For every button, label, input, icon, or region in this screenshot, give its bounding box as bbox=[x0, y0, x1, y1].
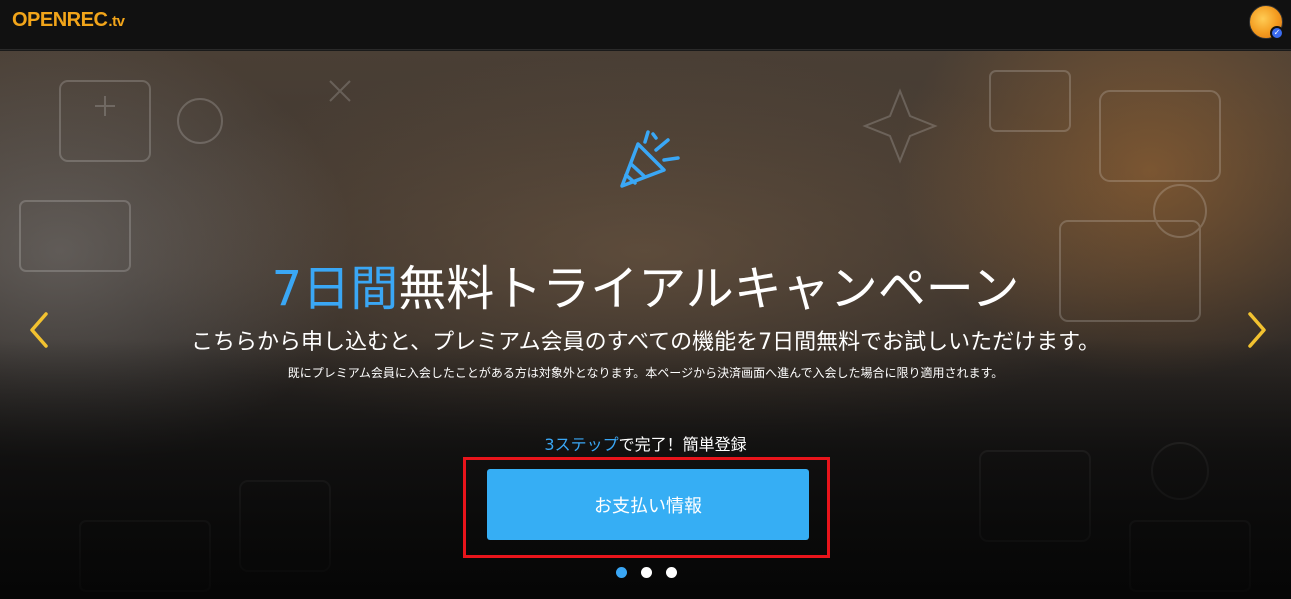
logo-tld-text: .tv bbox=[108, 13, 125, 30]
carousel-dot-3[interactable] bbox=[666, 567, 677, 578]
campaign-description: こちらから申し込むと、プレミアム会員のすべての機能を7日間無料でお試しいただけま… bbox=[191, 330, 1100, 355]
carousel-next-arrow-icon[interactable] bbox=[1244, 310, 1270, 350]
headline-accent: 7日間 bbox=[271, 261, 399, 317]
party-popper-icon bbox=[620, 130, 680, 188]
campaign-eligibility-note: 既にプレミアム会員に入会したことがある方は対象外となります。本ページから決済画面… bbox=[287, 366, 1004, 380]
campaign-headline: 7日間無料トライアルキャンペーン bbox=[0, 249, 1291, 319]
openrec-logo[interactable]: OPENREC .tv bbox=[12, 9, 125, 35]
carousel-pagination bbox=[616, 567, 677, 578]
campaign-hero: 7日間無料トライアルキャンペーン こちらから申し込むと、プレミアム会員のすべての… bbox=[0, 51, 1291, 599]
headline-rest: 無料トライアルキャンペーン bbox=[398, 261, 1020, 317]
steps-rest: で完了！簡単登録 bbox=[618, 435, 747, 454]
verified-badge-icon: ✓ bbox=[1270, 26, 1284, 40]
carousel-prev-arrow-icon[interactable] bbox=[26, 310, 52, 350]
carousel-dot-2[interactable] bbox=[641, 567, 652, 578]
steps-accent: 3ステップ bbox=[544, 435, 619, 454]
logo-main-text: OPENREC bbox=[12, 9, 108, 31]
carousel-dot-1[interactable] bbox=[616, 567, 627, 578]
user-avatar[interactable]: ✓ bbox=[1249, 5, 1284, 40]
top-bar: OPENREC .tv ✓ bbox=[0, 0, 1291, 50]
payment-info-button[interactable]: お支払い情報 bbox=[487, 469, 809, 540]
steps-caption: 3ステップで完了！簡単登録 bbox=[0, 431, 1291, 455]
